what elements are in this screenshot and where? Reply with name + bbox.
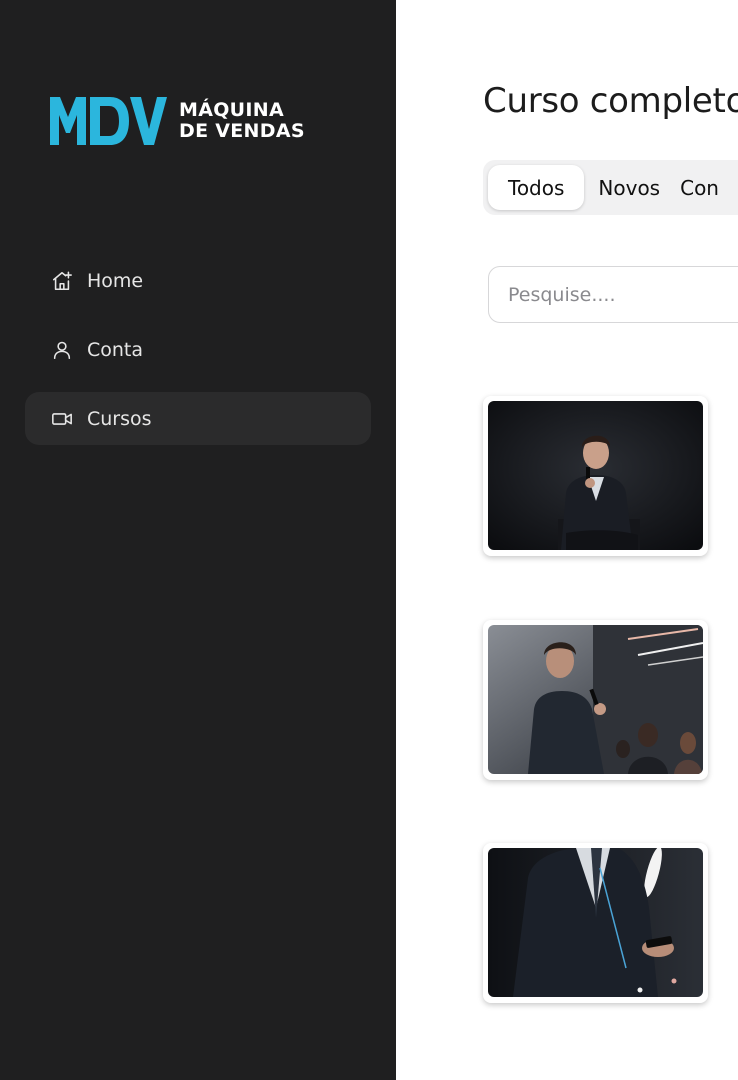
sidebar-item-label: Conta — [87, 338, 144, 361]
main-content: Curso completo Todos Novos Con — [396, 0, 738, 1080]
course-thumbnail-man-with-phone — [488, 848, 703, 997]
sidebar: MÁQUINA DE VENDAS Home Conta Cursos — [0, 0, 396, 1080]
course-thumbnail-speaker-standing — [488, 625, 703, 774]
search-input[interactable] — [488, 266, 738, 323]
sidebar-item-cursos[interactable]: Cursos — [25, 392, 371, 445]
app-window: MÁQUINA DE VENDAS Home Conta Cursos Curs… — [0, 0, 738, 1080]
page-title: Curso completo — [483, 81, 738, 121]
brand-logo[interactable]: MÁQUINA DE VENDAS — [50, 96, 305, 146]
sidebar-nav: Home Conta Cursos — [25, 254, 371, 461]
course-card[interactable] — [483, 843, 708, 1003]
home-icon — [50, 269, 74, 293]
sidebar-item-label: Home — [87, 269, 144, 292]
course-card[interactable] — [483, 620, 708, 780]
course-thumbnail-speaker-seated — [488, 401, 703, 550]
sidebar-item-conta[interactable]: Conta — [25, 323, 371, 376]
video-camera-icon — [50, 407, 74, 431]
tab-novos[interactable]: Novos — [584, 165, 680, 210]
sidebar-item-label: Cursos — [87, 407, 152, 430]
brand-name: MÁQUINA DE VENDAS — [179, 100, 305, 142]
tab-todos[interactable]: Todos — [488, 165, 585, 210]
tab-con[interactable]: Con — [680, 165, 738, 210]
course-card[interactable] — [483, 396, 708, 556]
mdv-logo-mark — [50, 97, 167, 145]
brand-name-line2: DE VENDAS — [179, 120, 305, 142]
brand-name-line1: MÁQUINA — [179, 99, 284, 121]
sidebar-item-home[interactable]: Home — [25, 254, 371, 307]
filter-tabs: Todos Novos Con — [483, 160, 738, 215]
user-icon — [50, 338, 74, 362]
